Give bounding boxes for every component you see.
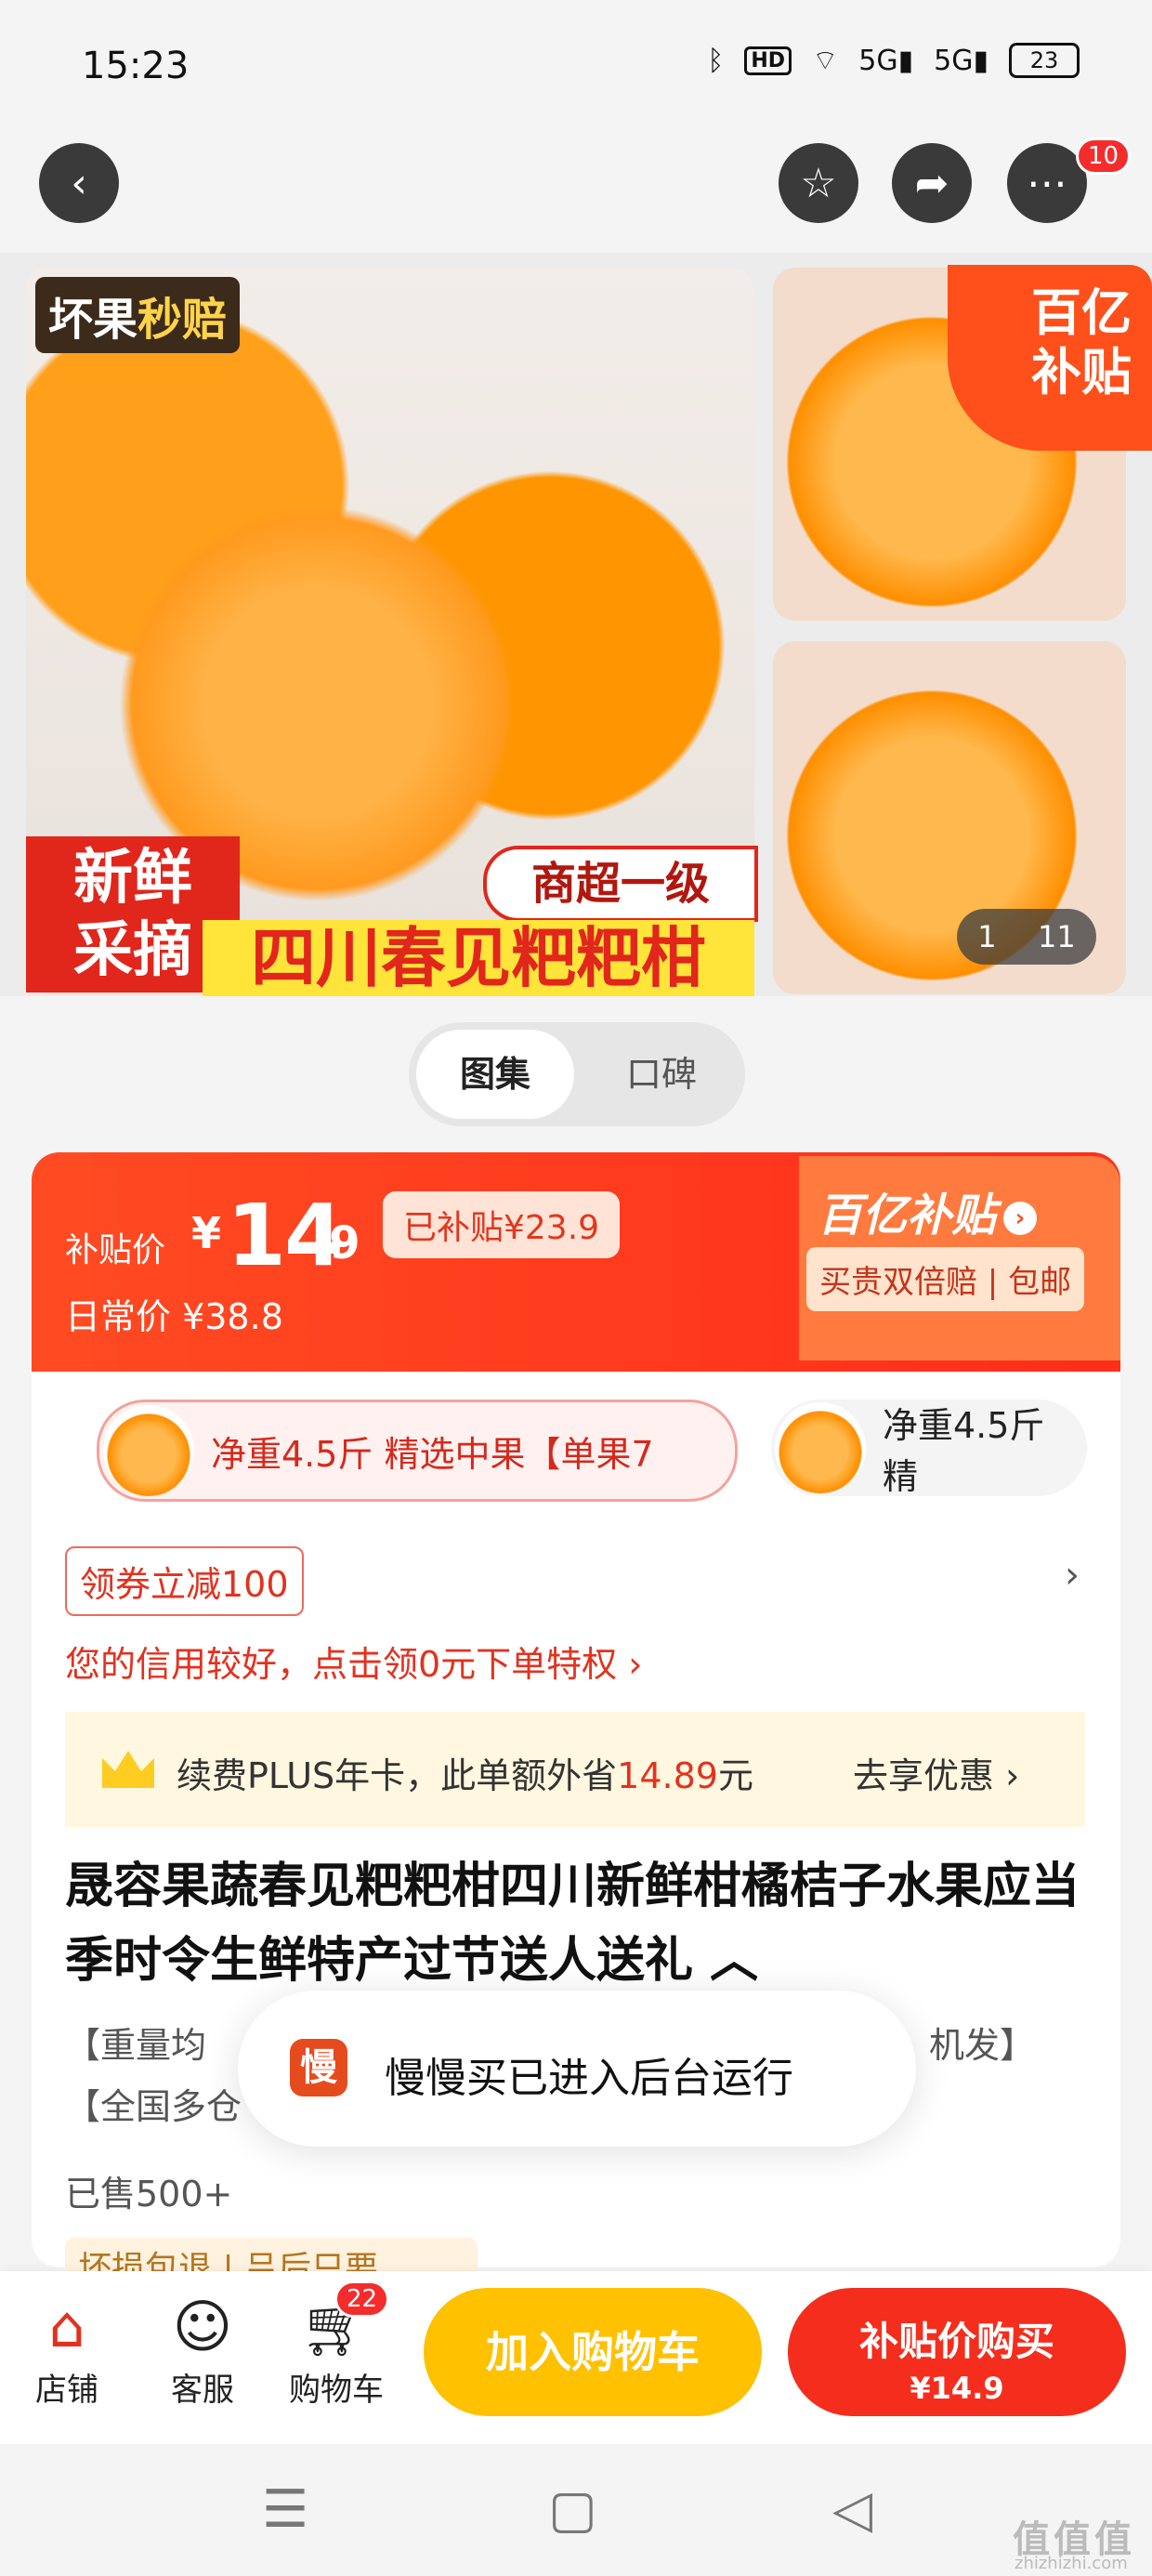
sku-thumbnail: [775, 1402, 866, 1493]
menu-icon[interactable]: ☰: [262, 2479, 308, 2540]
notification-badge: 10: [1076, 138, 1132, 175]
product-title[interactable]: 晟容果蔬春见粑粑柑四川新鲜柑橘桔子水果应当季时令生鲜特产过节送人送礼 ︿: [65, 1849, 1087, 1998]
status-time: 15:23: [82, 45, 190, 87]
wifi-icon: ⌔: [812, 45, 839, 77]
shop-icon: ⌂: [48, 2293, 85, 2360]
share-icon: ➦: [914, 159, 949, 207]
share-button[interactable]: ➦: [892, 143, 972, 223]
status-icons: ᛒ HD ⌔ 5G▮ 5G▮ 23: [707, 43, 1080, 78]
add-to-cart-button[interactable]: 加入购物车: [424, 2288, 762, 2416]
background-toast: 慢 慢慢买已进入后台运行: [238, 1991, 916, 2147]
sold-count: 已售500+: [65, 2174, 233, 2215]
tab-gallery[interactable]: 图集: [416, 1030, 574, 1119]
chevron-left-icon: ‹: [71, 159, 87, 207]
watermark-url: zhizhizhi.com: [1015, 2554, 1128, 2573]
credit-privilege-link[interactable]: 您的信用较好，点击领0元下单特权 ›: [65, 1636, 642, 1687]
grade-banner: 商超一级: [483, 846, 758, 922]
status-bar: 15:23 ᛒ HD ⌔ 5G▮ 5G▮ 23: [0, 0, 1152, 130]
bad-fruit-tag: 坏果秒赔: [35, 277, 241, 353]
coupon-badge[interactable]: 领券立减100: [65, 1546, 304, 1616]
plus-promo-link[interactable]: 去享优惠 ›: [853, 1747, 1019, 1798]
guarantee-badge: 买贵双倍赔 | 包邮: [806, 1247, 1085, 1311]
home-icon[interactable]: ▢: [548, 2479, 597, 2540]
back-nav-icon[interactable]: ◁: [832, 2479, 872, 2540]
product-name-banner: 四川春见粑粑柑: [203, 920, 754, 996]
signal-icon: 5G▮: [858, 44, 914, 77]
subsidy-brand[interactable]: 百亿补贴 ›: [818, 1178, 1038, 1243]
sku-option-selected[interactable]: 净重4.5斤 精选中果【单果7: [97, 1400, 738, 1502]
media-toggle: 图集 口碑: [409, 1022, 745, 1126]
back-button[interactable]: ‹: [39, 143, 119, 223]
currency-symbol: ¥: [191, 1208, 222, 1258]
app-icon: 慢: [290, 2039, 347, 2096]
cart-count-badge: 22: [334, 2280, 390, 2318]
chevron-right-icon[interactable]: ›: [1065, 1554, 1080, 1597]
subsidy-badge: 百亿 补贴: [948, 265, 1152, 451]
sku-thumbnail: [103, 1405, 194, 1496]
star-icon: ☆: [800, 159, 837, 207]
sku-option[interactable]: 净重4.5斤 精: [771, 1400, 1087, 1496]
product-desc-line2: 【全国多仓: [65, 2086, 242, 2127]
daily-price: 日常价 ¥38.8: [65, 1296, 283, 1337]
customer-service-tab[interactable]: ☺ 客服: [147, 2290, 258, 2410]
buy-now-button[interactable]: 补贴价购买 ¥14.9: [788, 2288, 1126, 2416]
shop-tab[interactable]: ⌂ 店铺: [11, 2290, 123, 2410]
product-desc-line1: 【重量均: [65, 2025, 207, 2066]
hd-icon: HD: [744, 46, 792, 75]
price-decimal: .9: [312, 1217, 360, 1269]
tab-reviews[interactable]: 口碑: [585, 1030, 738, 1119]
bluetooth-icon: ᛒ: [707, 44, 725, 77]
subsidy-price-label: 补贴价: [65, 1231, 166, 1269]
signal-icon-2: 5G▮: [934, 44, 988, 77]
product-desc-line1-end: 机发】: [929, 2025, 1036, 2066]
toast-text: 慢慢买已进入后台运行: [385, 2055, 793, 2102]
battery-icon: 23: [1009, 43, 1080, 78]
chat-icon: ☺: [172, 2293, 233, 2360]
subsidized-amount: 已补贴¥23.9: [383, 1191, 621, 1258]
image-counter: 1 11: [957, 909, 1096, 965]
more-icon: ⋯: [1027, 159, 1067, 207]
favorite-button[interactable]: ☆: [779, 143, 858, 223]
chevron-right-icon: ›: [1003, 1202, 1038, 1235]
plus-promo-text: 续费PLUS年卡，此单额外省14.89元: [177, 1755, 753, 1796]
